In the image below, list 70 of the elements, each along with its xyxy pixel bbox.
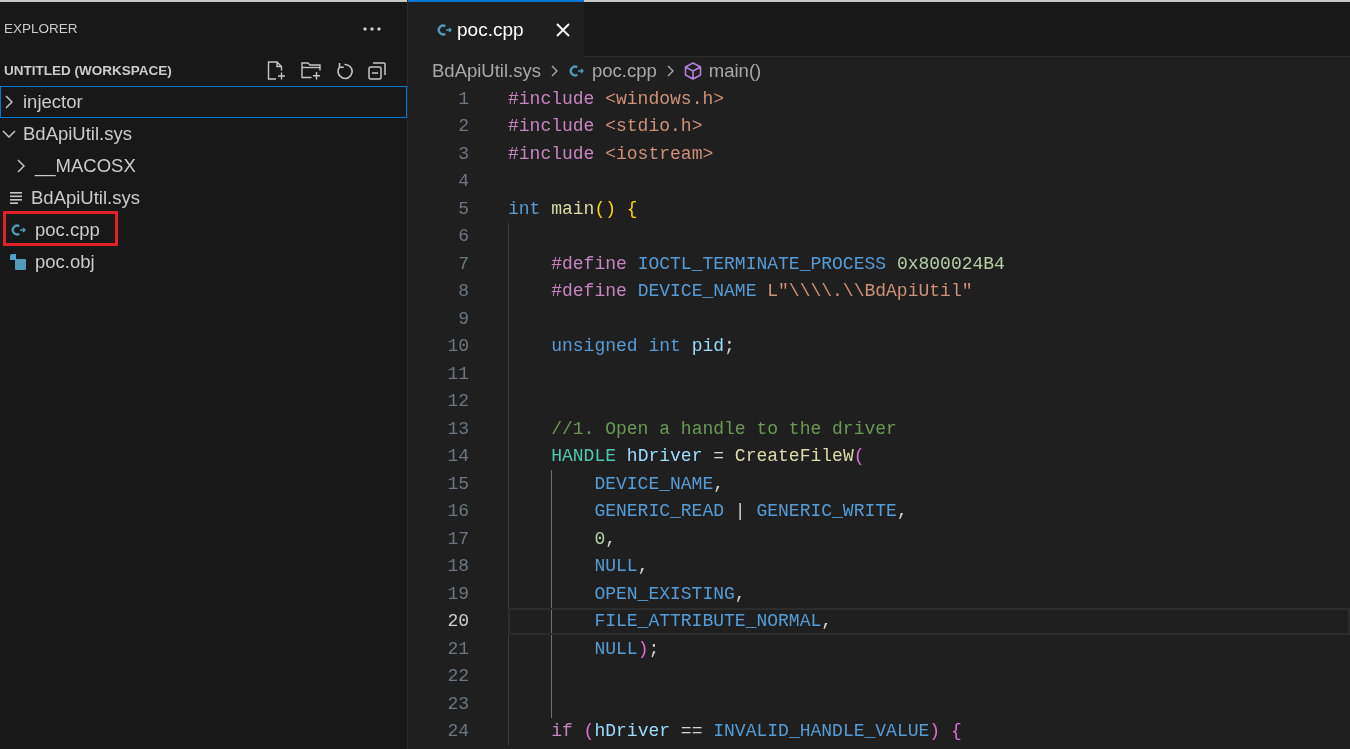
code-line: DEVICE_NAME, [594,473,725,494]
code-line: NULL); [594,638,660,659]
code-line: #define IOCTL_TERMINATE_PROCESS 0x800024B4 [551,253,1005,274]
breadcrumb-item[interactable]: main() [683,60,762,82]
line-number: 22 [447,666,469,687]
code-line: unsigned int pid; [551,336,735,357]
code-line: OPEN_EXISTING, [594,583,746,604]
code-line: #include <windows.h> [508,88,725,109]
code-line: if (hDriver == INVALID_HANDLE_VALUE) { [551,721,962,742]
tree-item[interactable]: poc.cpp [0,214,407,246]
line-number: 23 [447,693,469,714]
cube-icon [683,62,702,80]
breadcrumb-item[interactable]: poc.cpp [568,60,657,82]
line-number: 4 [458,171,469,192]
line-number: 6 [458,226,469,247]
line-number: 20 [447,611,469,632]
line-number: 7 [458,253,469,274]
c-plus-plus-file-icon [436,22,452,37]
new-file-icon[interactable] [267,60,286,81]
code-line: #define DEVICE_NAME L"\\\\.\\BdApiUtil" [551,281,973,302]
workspace-title[interactable]: UNTITLED (WORKSPACE) [4,63,267,78]
chevron-right-icon [666,65,674,77]
tree-item[interactable]: injector [0,86,407,118]
chevron-right-icon [551,65,558,77]
line-number: 24 [447,721,469,742]
line-number: 2 [458,116,469,137]
code-line: FILE_ATTRIBUTE_NORMAL, [594,611,833,632]
line-number: 19 [447,583,469,604]
line-number: 15 [447,473,469,494]
chevron-right-icon[interactable] [17,159,25,173]
chevron-right-icon[interactable] [5,95,13,109]
breadcrumb-item[interactable]: BdApiUtil.sys [432,60,541,82]
tab[interactable]: poc.cpp [408,0,584,57]
line-number: 9 [458,308,469,329]
code-line: #include <iostream> [508,143,714,164]
code-line: #include <stdio.h> [508,116,703,137]
line-number: 12 [447,391,469,412]
more-icon[interactable] [363,26,381,31]
line-number: 10 [447,336,469,357]
code-line: 0, [594,528,617,549]
panel-title: EXPLORER [4,21,78,36]
line-number: 5 [458,198,469,219]
text-file-icon [10,192,22,204]
code-line: NULL, [594,556,649,577]
code-line: //1. Open a handle to the driver [551,418,897,439]
line-number: 21 [447,638,469,659]
chevron-down-icon[interactable] [2,130,16,138]
line-number: 14 [447,446,469,467]
line-number: 1 [458,88,469,109]
code-line: GENERIC_READ | GENERIC_WRITE, [594,501,908,522]
c-plus-plus-file-icon [568,64,584,78]
tree-item[interactable]: __MACOSX [0,150,407,182]
close-icon[interactable] [555,22,570,37]
line-number: 8 [458,281,469,302]
c-plus-plus-file-icon [10,223,26,237]
line-number: 17 [447,528,469,549]
line-number: 13 [447,418,469,439]
line-number: 18 [447,556,469,577]
line-number: 11 [447,363,469,384]
collapse-all-icon[interactable] [368,61,386,80]
tree-item[interactable]: poc.obj [0,246,407,278]
new-folder-icon[interactable] [301,61,321,80]
line-number: 16 [447,501,469,522]
code-line: HANDLE hDriver = CreateFileW( [551,446,865,467]
tree-item[interactable]: BdApiUtil.sys [0,182,407,214]
binary-file-icon [10,254,26,270]
tree-item[interactable]: BdApiUtil.sys [0,118,407,150]
code-line: int main() { [508,198,638,219]
line-number: 3 [458,143,469,164]
refresh-icon[interactable] [336,61,353,80]
